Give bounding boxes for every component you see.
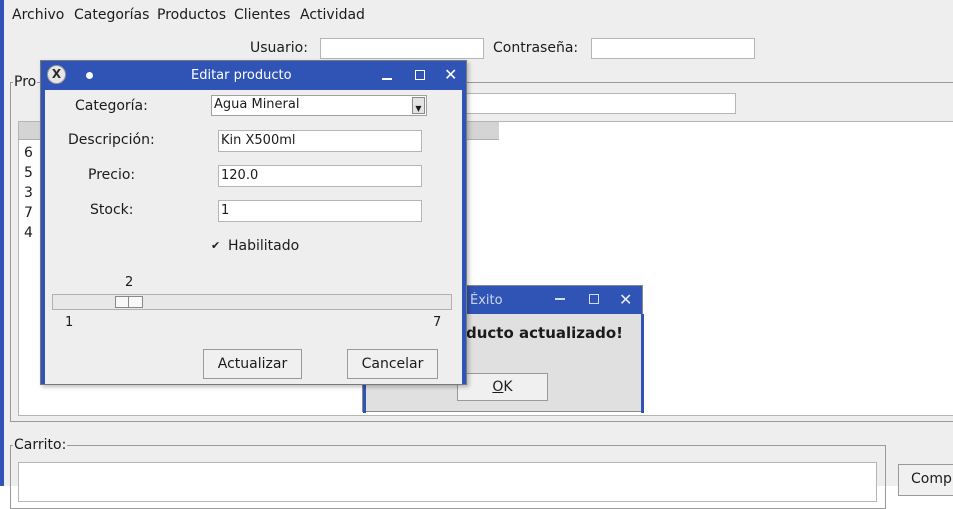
close-icon[interactable]: ✕ [619,290,632,309]
stock-slider-thumb[interactable] [115,296,143,308]
edit-dialog-titlebar: X Editar producto ✕ [41,61,466,90]
stock-label: Stock: [90,202,134,218]
list-item[interactable]: 3 [24,183,33,203]
enabled-checkbox[interactable]: ✔ [211,240,221,251]
cart-list[interactable] [18,462,877,502]
success-dialog-right-border [641,314,644,413]
list-item[interactable]: 4 [24,223,33,243]
slider-min: 1 [65,315,74,330]
edit-product-dialog: X Editar producto ✕ Categoría: Agua Mine… [40,60,467,385]
user-input[interactable] [320,38,484,59]
update-button[interactable]: Actualizar [203,349,302,379]
edit-dialog-title: Editar producto [191,68,292,83]
products-panel-legend: Pro [14,74,37,90]
chevron-down-icon[interactable]: ▼ [412,97,425,114]
ok-button[interactable]: OK [457,373,548,401]
slider-max: 7 [433,315,442,330]
buy-button[interactable]: Comp [898,464,953,496]
stock-slider-track[interactable] [52,294,452,310]
success-dialog-title: Éxito [470,293,503,308]
password-label: Contraseña: [493,40,579,56]
cart-panel-legend: Carrito: [14,437,67,453]
menu-actividad[interactable]: Actividad [300,7,365,23]
category-select-value: Agua Mineral [214,97,300,112]
menu-clientes[interactable]: Clientes [234,7,290,23]
ok-button-label: K [503,379,513,395]
maximize-icon[interactable] [589,294,599,304]
minimize-icon[interactable] [555,298,565,300]
product-search-input[interactable] [460,93,736,114]
products-list-rows: 6 5 3 7 4 [24,143,33,243]
edit-dialog-left-border [41,90,45,384]
maximize-icon[interactable] [415,70,425,80]
ok-button-mnemonic: O [492,379,504,395]
password-input[interactable] [591,38,755,59]
description-field[interactable]: Kin X500ml [218,130,422,152]
close-icon[interactable]: ✕ [444,65,457,84]
user-label: Usuario: [250,40,308,56]
category-label: Categoría: [75,98,148,114]
price-label: Precio: [88,167,136,183]
cancel-button[interactable]: Cancelar [347,349,438,379]
app-icon[interactable]: X [47,65,66,84]
list-item[interactable]: 7 [24,203,33,223]
enabled-label: Habilitado [228,238,300,254]
pin-icon[interactable] [86,72,93,79]
description-label: Descripción: [68,132,155,148]
menu-productos[interactable]: Productos [157,7,226,23]
price-field[interactable]: 120.0 [218,165,422,187]
menu-bar: Archivo Categorías Productos Clientes Ac… [4,0,953,30]
menu-archivo[interactable]: Archivo [12,7,64,23]
menu-categorias[interactable]: Categorías [74,7,149,23]
success-message: ducto actualizado! [466,324,624,342]
edit-dialog-right-border [462,90,466,384]
category-select[interactable]: Agua Mineral ▼ [211,95,427,116]
minimize-icon[interactable] [382,78,392,80]
list-item[interactable]: 6 [24,143,33,163]
slider-thumb-grip [128,297,129,307]
list-item[interactable]: 5 [24,163,33,183]
slider-value: 2 [125,275,134,290]
stock-field[interactable]: 1 [218,200,422,222]
